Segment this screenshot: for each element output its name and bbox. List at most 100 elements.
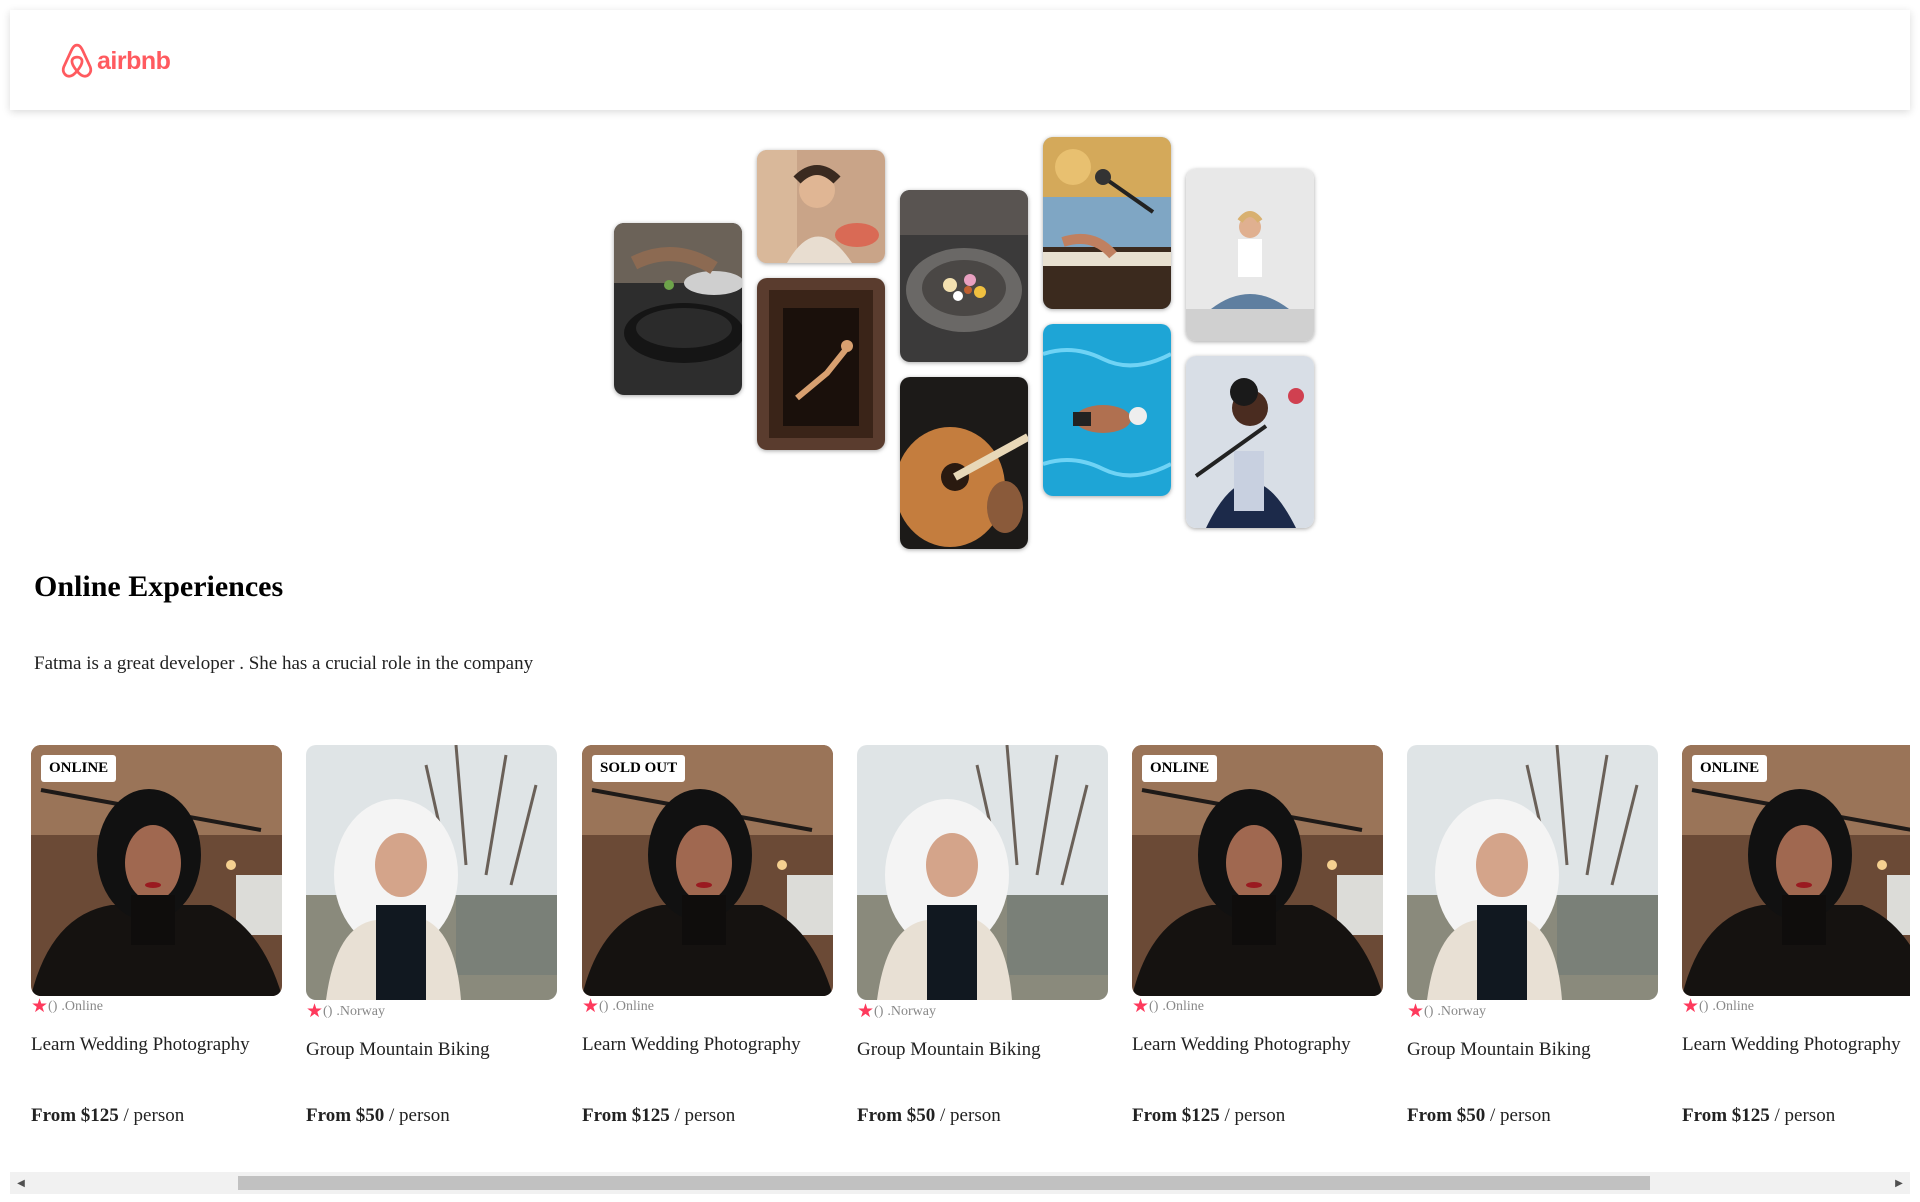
price-label: From $50 — [857, 1105, 936, 1126]
photo-woman-fur-hood — [306, 745, 557, 1000]
rating-count: () — [48, 998, 58, 1014]
hero-image-dancer — [757, 278, 885, 450]
card-stats: ★ () .Norway — [857, 1002, 936, 1021]
rating-count: () — [1149, 998, 1159, 1014]
card-price: From $125 / person — [31, 1105, 184, 1127]
price-unit: / person — [940, 1105, 1001, 1126]
card-photo: ONLINE — [31, 745, 282, 996]
hero-image-woman-food — [757, 150, 885, 263]
photo-woman-indoor — [1132, 745, 1383, 996]
experience-card[interactable]: SOLD OUT ★ () .Online Learn Wedding Phot… — [582, 745, 833, 1165]
star-icon: ★ — [1407, 1001, 1425, 1022]
card-title[interactable]: Learn Wedding Photography — [1682, 1034, 1901, 1056]
card-badge: ONLINE — [41, 755, 117, 782]
card-title[interactable]: Group Mountain Biking — [306, 1039, 490, 1061]
star-icon: ★ — [857, 1001, 875, 1022]
price-label: From $125 — [1682, 1105, 1770, 1126]
rating-count: () — [599, 998, 609, 1014]
card-price: From $125 / person — [582, 1105, 735, 1127]
price-unit: / person — [123, 1105, 185, 1126]
price-label: From $50 — [1407, 1105, 1486, 1126]
card-location: .Online — [61, 998, 103, 1014]
card-photo: ONLINE — [1132, 745, 1383, 996]
photo-woman-indoor — [1682, 745, 1910, 996]
hero-image-singer — [1186, 356, 1314, 528]
card-location: .Norway — [336, 1003, 385, 1019]
card-price: From $50 / person — [1407, 1105, 1551, 1127]
scroll-right-arrow-icon[interactable]: ▶ — [1888, 1172, 1910, 1194]
section-title: Online Experiences — [34, 570, 284, 603]
card-title[interactable]: Group Mountain Biking — [1407, 1039, 1591, 1061]
hero-image-cooking — [614, 223, 742, 395]
card-price: From $50 / person — [306, 1105, 450, 1127]
card-photo: ONLINE — [1682, 745, 1910, 996]
price-unit: / person — [1774, 1105, 1836, 1126]
scrollbar-thumb[interactable] — [238, 1176, 1650, 1190]
airbnb-logo[interactable]: airbnb — [60, 42, 171, 80]
card-title[interactable]: Group Mountain Biking — [857, 1039, 1041, 1061]
price-label: From $125 — [1132, 1105, 1220, 1126]
rating-count: () — [323, 1003, 333, 1019]
hero-image-meditation — [1186, 169, 1314, 341]
rating-count: () — [874, 1003, 884, 1019]
card-price: From $125 / person — [1132, 1105, 1285, 1127]
price-unit: / person — [1490, 1105, 1551, 1126]
card-title[interactable]: Learn Wedding Photography — [582, 1034, 801, 1056]
card-stats: ★ () .Online — [1132, 997, 1204, 1016]
card-stats: ★ () .Online — [31, 997, 103, 1016]
card-stats: ★ () .Norway — [306, 1002, 385, 1021]
experience-card[interactable]: ★ () .Norway Group Mountain Biking From … — [306, 745, 557, 1165]
hero-image-swimmer — [1043, 324, 1171, 496]
card-badge: ONLINE — [1142, 755, 1218, 782]
price-unit: / person — [1224, 1105, 1286, 1126]
card-photo — [857, 745, 1108, 1000]
card-stats: ★ () .Norway — [1407, 1002, 1486, 1021]
card-price: From $50 / person — [857, 1105, 1001, 1127]
experience-card[interactable]: ONLINE ★ () .Online Learn Wedding Photog… — [1682, 745, 1910, 1165]
price-label: From $125 — [582, 1105, 670, 1126]
card-title[interactable]: Learn Wedding Photography — [1132, 1034, 1351, 1056]
card-location: .Online — [612, 998, 654, 1014]
photo-woman-fur-hood — [1407, 745, 1658, 1000]
price-unit: / person — [674, 1105, 736, 1126]
star-icon: ★ — [582, 996, 600, 1017]
star-icon: ★ — [1682, 996, 1700, 1017]
photo-woman-indoor — [31, 745, 282, 996]
hero-image-piano-mic — [1043, 137, 1171, 309]
price-label: From $125 — [31, 1105, 119, 1126]
horizontal-scrollbar[interactable]: ◀ ▶ — [10, 1172, 1910, 1194]
navbar: airbnb — [10, 10, 1910, 110]
experience-card[interactable]: ★ () .Norway Group Mountain Biking From … — [857, 745, 1108, 1165]
card-location: .Norway — [887, 1003, 936, 1019]
photo-woman-fur-hood — [857, 745, 1108, 1000]
hero-image-food-bowl — [900, 190, 1028, 362]
price-label: From $50 — [306, 1105, 385, 1126]
experience-card[interactable]: ★ () .Norway Group Mountain Biking From … — [1407, 745, 1658, 1165]
card-stats: ★ () .Online — [1682, 997, 1754, 1016]
star-icon: ★ — [306, 1001, 324, 1022]
card-photo — [306, 745, 557, 1000]
hero-image-guitar — [900, 377, 1028, 549]
card-badge: ONLINE — [1692, 755, 1768, 782]
rating-count: () — [1424, 1003, 1434, 1019]
price-unit: / person — [389, 1105, 450, 1126]
scroll-left-arrow-icon[interactable]: ◀ — [10, 1172, 32, 1194]
card-photo: SOLD OUT — [582, 745, 833, 996]
photo-woman-indoor — [582, 745, 833, 996]
card-badge: SOLD OUT — [592, 755, 686, 782]
experience-card[interactable]: ONLINE ★ () .Online Learn Wedding Photog… — [1132, 745, 1383, 1165]
star-icon: ★ — [31, 996, 49, 1017]
card-location: .Online — [1712, 998, 1754, 1014]
card-photo — [1407, 745, 1658, 1000]
star-icon: ★ — [1132, 996, 1150, 1017]
card-price: From $125 / person — [1682, 1105, 1835, 1127]
card-location: .Norway — [1437, 1003, 1486, 1019]
experience-card[interactable]: ONLINE ★ () .Online Learn Wedding Photog… — [31, 745, 282, 1165]
airbnb-logo-icon — [61, 43, 93, 78]
section-description: Fatma is a great developer . She has a c… — [34, 653, 534, 674]
card-stats: ★ () .Online — [582, 997, 654, 1016]
rating-count: () — [1699, 998, 1709, 1014]
card-location: .Online — [1162, 998, 1204, 1014]
card-title[interactable]: Learn Wedding Photography — [31, 1034, 250, 1056]
logo-text: airbnb — [97, 46, 171, 75]
